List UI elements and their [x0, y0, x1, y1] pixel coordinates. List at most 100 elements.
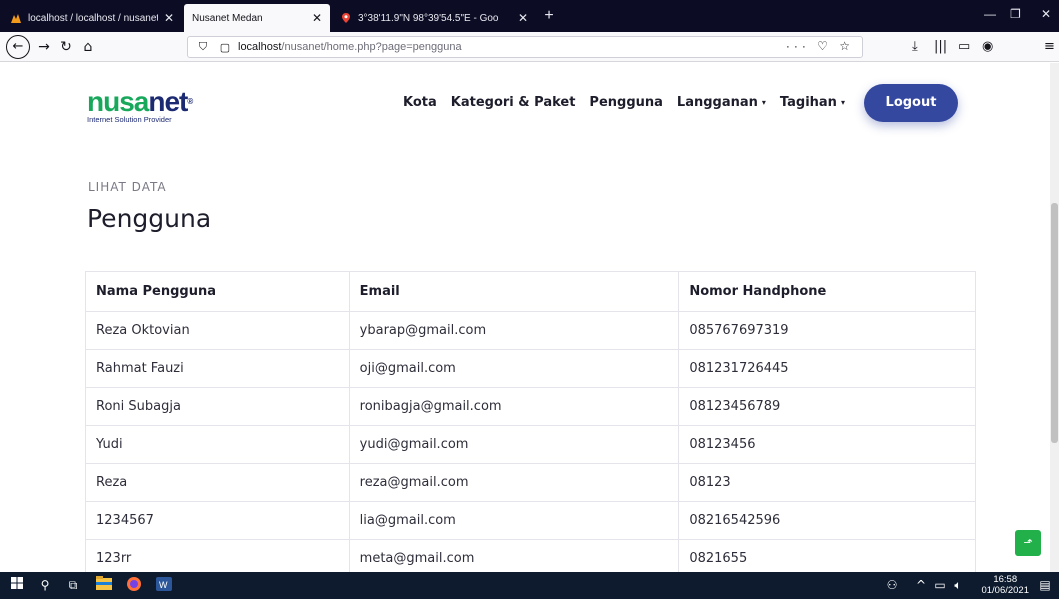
nav-kota[interactable]: Kota	[403, 95, 437, 110]
back-arrow-icon[interactable]: ←	[6, 35, 30, 59]
home-icon[interactable]: ⌂	[78, 37, 98, 57]
cell-phone: 0821655	[678, 539, 976, 572]
nav-tagihan[interactable]: Tagihan ▾	[780, 95, 845, 110]
cell-phone: 08123	[678, 463, 976, 502]
url-bar[interactable]: ⛉ ▢ localhost/nusanet/home.php?page=peng…	[187, 36, 863, 58]
cell-email: ybarap@gmail.com	[348, 311, 680, 350]
shield-icon: ⛉	[198, 40, 208, 53]
taskbar-clock[interactable]: 16:58 01/06/2021	[981, 574, 1029, 596]
cell-nama: Reza Oktovian	[85, 311, 350, 350]
chevron-up-icon[interactable]: ^	[914, 576, 928, 595]
main-nav: Kota Kategori & Paket Pengguna Langganan…	[403, 95, 845, 110]
cell-phone: 085767697319	[678, 311, 976, 350]
page-kicker: LIHAT DATA	[88, 180, 167, 194]
nav-label: Kategori & Paket	[450, 95, 576, 110]
menu-icon[interactable]: ≡	[1044, 39, 1055, 54]
battery-icon[interactable]: ▭	[932, 576, 948, 595]
table-row: 1234567 lia@gmail.com 08216542596	[85, 501, 976, 540]
forward-arrow-icon[interactable]: →	[34, 37, 54, 57]
cell-email: yudi@gmail.com	[348, 425, 680, 464]
tab-close-icon[interactable]: ✕	[312, 11, 322, 25]
library-icon[interactable]: |||	[934, 39, 947, 54]
table-header-row: Nama Pengguna Email Nomor Handphone	[85, 271, 976, 312]
cell-phone: 08123456	[678, 425, 976, 464]
cell-nama: 1234567	[85, 501, 350, 540]
clock-date: 01/06/2021	[981, 585, 1029, 596]
column-header[interactable]: Email	[348, 271, 680, 312]
table-row: Reza Oktovian ybarap@gmail.com 085767697…	[85, 311, 976, 350]
cell-phone: 08216542596	[678, 501, 976, 540]
browser-toolbar: ← → ↻ ⌂ ⛉ ▢ localhost/nusanet/home.php?p…	[0, 32, 1059, 62]
chevron-down-icon: ▾	[840, 98, 845, 107]
tab-title: Nusanet Medan	[192, 12, 263, 24]
page-scrollbar[interactable]	[1050, 63, 1059, 572]
cell-email: oji@gmail.com	[348, 349, 680, 388]
nav-label: Langganan	[676, 95, 758, 110]
nav-label: Pengguna	[589, 95, 663, 110]
clock-time: 16:58	[993, 574, 1018, 585]
table-row: Rahmat Fauzi oji@gmail.com 081231726445	[85, 349, 976, 388]
sidebar-icon[interactable]: ▭	[958, 39, 970, 54]
tab-close-icon[interactable]: ✕	[164, 11, 174, 25]
url-actions[interactable]: ··· ♡ ☆	[786, 39, 854, 53]
nav-pengguna[interactable]: Pengguna	[589, 95, 663, 110]
tab-google-maps[interactable]: 3°38'11.9"N 98°39'54.5"E - Goo ✕	[332, 4, 536, 32]
account-icon[interactable]: ◉	[982, 39, 993, 54]
volume-icon[interactable]: 🔈︎	[950, 576, 966, 595]
browser-tabstrip: localhost / localhost / nusanet ✕ Nusane…	[0, 0, 1059, 32]
url-host: localhost	[238, 41, 282, 53]
file-explorer-icon[interactable]	[94, 576, 114, 595]
nav-langganan[interactable]: Langganan ▾	[677, 95, 766, 110]
table-row: Roni Subagja ronibagja@gmail.com 0812345…	[85, 387, 976, 426]
pengguna-table: Nama Pengguna Email Nomor Handphone Reza…	[85, 271, 976, 572]
page-content: nusanet® Internet Solution Provider Kota…	[0, 63, 1059, 572]
cell-email: ronibagja@gmail.com	[348, 387, 680, 426]
cell-nama: 123rr	[85, 539, 350, 572]
windows-start-icon[interactable]	[8, 576, 26, 595]
cell-email: reza@gmail.com	[348, 463, 680, 502]
table-row: 123rr meta@gmail.com 0821655	[85, 539, 976, 572]
nav-label: Tagihan	[779, 95, 837, 110]
scroll-to-top-button[interactable]: ⬏	[1015, 530, 1041, 556]
scrollbar-thumb[interactable]	[1051, 203, 1058, 443]
phpmyadmin-favicon-icon	[10, 12, 22, 24]
cell-nama: Rahmat Fauzi	[85, 349, 350, 388]
cell-phone: 081231726445	[678, 349, 976, 388]
logo-green-text: nusa	[87, 86, 149, 117]
page-icon: ▢	[219, 41, 231, 54]
tab-title: 3°38'11.9"N 98°39'54.5"E - Goo	[358, 12, 499, 24]
nav-label: Kota	[403, 95, 437, 110]
tab-title: localhost / localhost / nusanet	[28, 12, 158, 24]
task-view-icon[interactable]: ⧉	[64, 576, 82, 595]
logout-button[interactable]: Logout	[864, 84, 958, 122]
logo-blue-text: net	[148, 86, 188, 117]
table-row: Reza reza@gmail.com 08123	[85, 463, 976, 502]
reload-icon[interactable]: ↻	[56, 37, 76, 57]
tab-close-icon[interactable]: ✕	[518, 11, 528, 25]
column-header[interactable]: Nama Pengguna	[85, 271, 350, 312]
close-window-icon[interactable]: ✕	[1041, 7, 1051, 21]
arrow-up-icon: ⬏	[1023, 536, 1033, 549]
table-row: Yudi yudi@gmail.com 08123456	[85, 425, 976, 464]
windows-taskbar: ⚲ ⧉ W ⚇ ^ ▭ 🔈︎ 16:58 01/06/2021 ▤	[0, 572, 1059, 599]
firefox-icon[interactable]	[124, 576, 144, 595]
logo-wordmark: nusanet®	[87, 86, 193, 117]
nav-kategori-paket[interactable]: Kategori & Paket	[451, 95, 576, 110]
minimize-icon[interactable]: —	[984, 7, 996, 21]
tab-phpmyadmin[interactable]: localhost / localhost / nusanet ✕	[2, 4, 182, 32]
logo-registered: ®	[187, 97, 193, 106]
tab-nusanet-medan[interactable]: Nusanet Medan ✕	[184, 4, 330, 32]
cell-email: meta@gmail.com	[348, 539, 680, 572]
search-icon[interactable]: ⚲	[36, 576, 54, 595]
nusanet-logo[interactable]: nusanet® Internet Solution Provider	[87, 86, 193, 125]
column-header[interactable]: Nomor Handphone	[678, 271, 976, 312]
notification-icon[interactable]: ▤	[1036, 576, 1054, 595]
download-icon[interactable]: ⤓	[912, 39, 918, 54]
restore-icon[interactable]: ❐	[1010, 7, 1021, 21]
word-icon[interactable]: W	[154, 576, 174, 595]
new-tab-button[interactable]: +	[538, 6, 560, 28]
page-title: Pengguna	[87, 204, 212, 233]
people-icon[interactable]: ⚇	[884, 576, 900, 595]
cell-email: lia@gmail.com	[348, 501, 680, 540]
svg-text:W: W	[159, 580, 168, 590]
